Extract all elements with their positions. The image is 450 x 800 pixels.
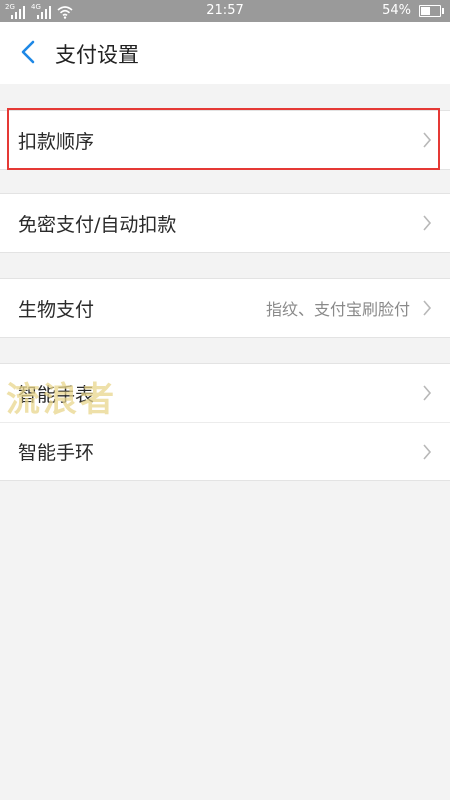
row-value: 指纹、支付宝刷脸付 [265, 300, 410, 319]
chevron-right-icon [423, 215, 432, 231]
chevron-right-icon [423, 132, 432, 148]
settings-row-deduction-order[interactable]: 扣款顺序 [0, 111, 450, 169]
chevron-right-icon [423, 444, 432, 460]
settings-group-wearables: 智能手表 智能手环 [0, 363, 450, 481]
row-label: 生物支付 [18, 298, 95, 321]
settings-row-smart-watch[interactable]: 智能手表 [0, 364, 450, 422]
row-label: 智能手环 [18, 442, 95, 464]
battery-level-fill [421, 6, 431, 15]
settings-group-deduction-order: 扣款顺序 [0, 110, 450, 170]
chevron-right-icon [423, 385, 432, 401]
settings-group-password-free: 免密支付/自动扣款 [0, 193, 450, 253]
settings-group-biometric: 生物支付 指纹、支付宝刷脸付 [0, 278, 450, 338]
status-bar: 2G 4G 21:57 54% [0, 0, 450, 22]
battery-percent: 54% [382, 3, 411, 18]
page-title: 支付设置 [55, 43, 139, 67]
battery-icon [419, 4, 444, 17]
row-label: 智能手表 [18, 383, 95, 406]
settings-row-biometric-payment[interactable]: 生物支付 指纹、支付宝刷脸付 [0, 279, 450, 337]
row-label: 免密支付/自动扣款 [18, 213, 177, 236]
title-bar: 支付设置 [0, 22, 450, 84]
status-bar-right: 54% [382, 3, 444, 18]
row-label: 扣款顺序 [18, 130, 95, 153]
back-button[interactable] [10, 34, 46, 70]
settings-row-smart-band[interactable]: 智能手环 [0, 422, 450, 480]
settings-row-password-free-payment[interactable]: 免密支付/自动扣款 [0, 194, 450, 252]
back-chevron-icon [21, 40, 35, 64]
chevron-right-icon [423, 300, 432, 316]
